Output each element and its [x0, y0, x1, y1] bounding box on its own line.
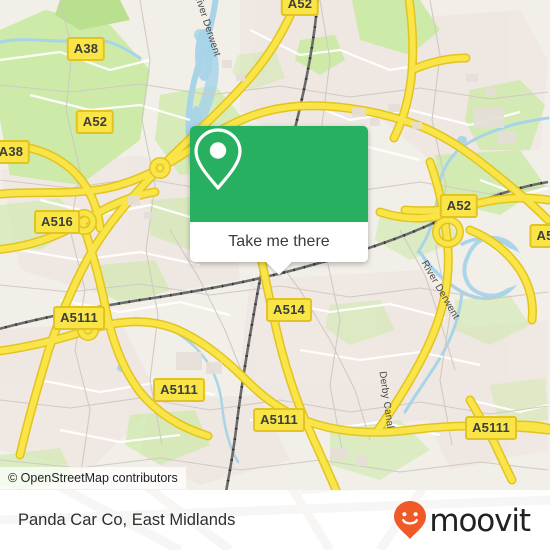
moovit-wordmark: moovit [429, 502, 531, 539]
footer-bar: Panda Car Co, East Midlands moovit [0, 490, 550, 550]
road-shield: A5 [529, 224, 550, 248]
road-shield: A38 [0, 140, 31, 164]
card-action-bar[interactable]: Take me there [190, 222, 368, 275]
moovit-smiley-pin-icon [394, 501, 427, 539]
take-me-there-card[interactable]: Take me there [190, 126, 368, 275]
osm-attribution[interactable]: © OpenStreetMap contributors [0, 467, 186, 489]
moovit-logo[interactable]: moovit [393, 500, 531, 540]
moovit-map-screenshot: A38 A52 A52 A38 A516 A52 A5 A5111 A514 A… [0, 0, 550, 550]
road-shield: A5111 [253, 408, 305, 432]
map-canvas[interactable]: A38 A52 A52 A38 A516 A52 A5 A5111 A514 A… [0, 0, 550, 490]
road-shield: A52 [439, 194, 479, 218]
place-name: Panda Car Co, East Midlands [18, 510, 236, 529]
card-pointer-tail [265, 261, 293, 275]
road-shield: A5111 [53, 306, 105, 330]
card-image-area [190, 126, 368, 222]
road-shield: A5111 [465, 416, 517, 440]
road-shield: A52 [75, 110, 115, 134]
road-shield: A38 [66, 37, 106, 61]
road-shield: A52 [280, 0, 320, 16]
location-pin-icon [194, 128, 242, 190]
road-shield: A514 [266, 298, 312, 322]
take-me-there-label: Take me there [228, 233, 330, 250]
osm-attribution-text: © OpenStreetMap contributors [8, 471, 178, 485]
road-shield: A5111 [153, 378, 205, 402]
road-shield: A516 [34, 210, 80, 234]
